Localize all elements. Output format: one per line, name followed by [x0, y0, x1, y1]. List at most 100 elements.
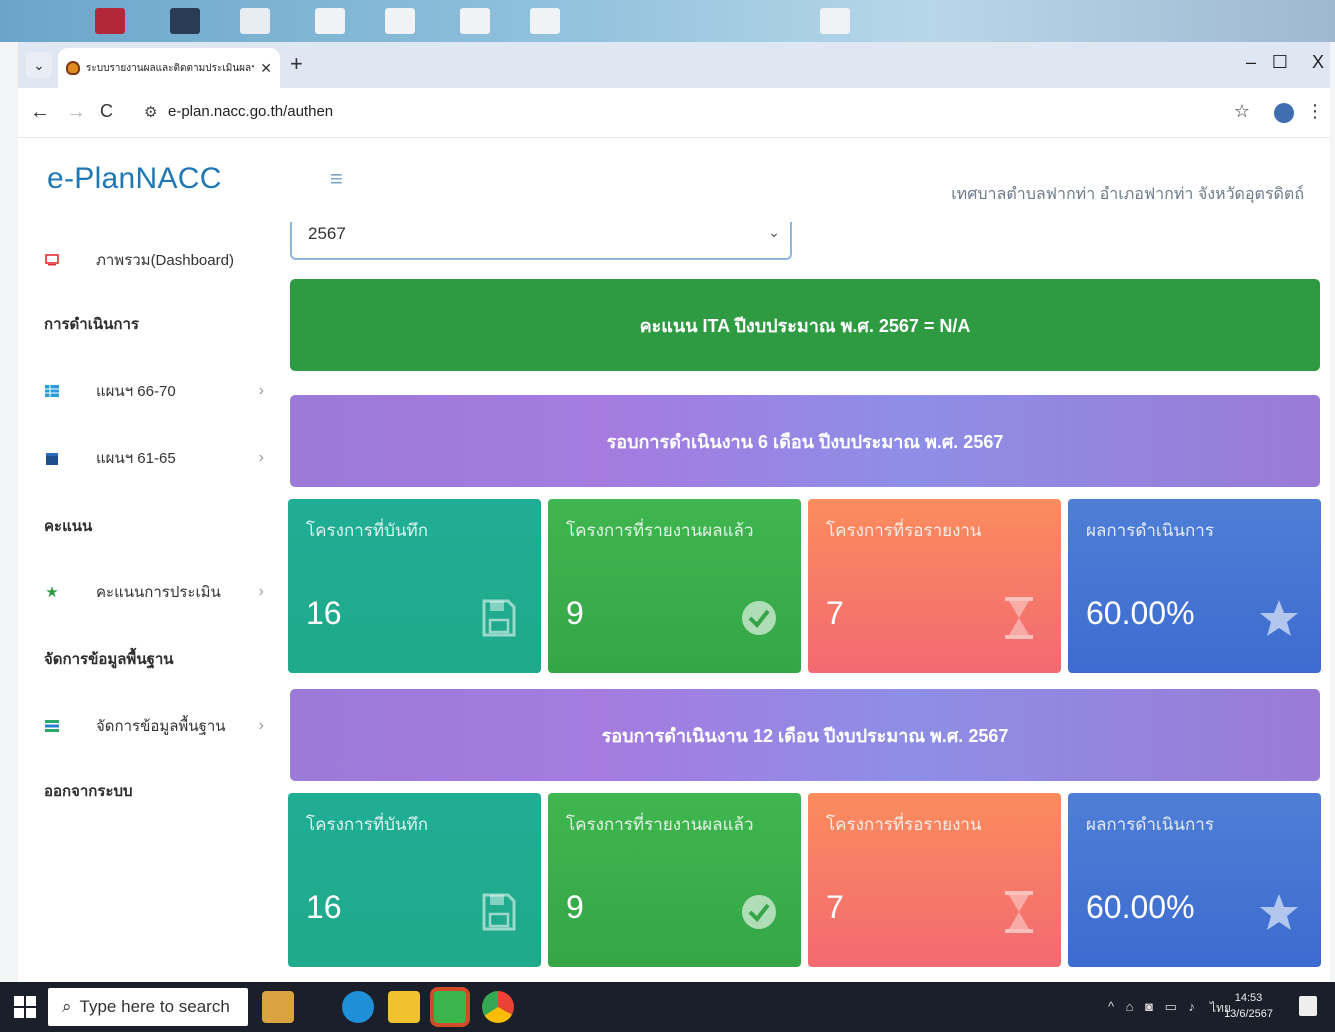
card-value: 60.00%	[1086, 889, 1195, 925]
section-heading-basedata: จัดการข้อมูลพื้นฐาน	[44, 651, 174, 668]
hamburger-menu-icon[interactable]: ≡	[330, 166, 343, 192]
save-disk-icon	[479, 889, 519, 935]
selected-year: 2567	[308, 224, 346, 243]
desktop-background	[0, 0, 1335, 42]
sidebar-item-label: คะแนนการประเมิน	[96, 584, 221, 601]
taskbar-app-icon[interactable]	[262, 991, 294, 1023]
hourglass-icon	[999, 889, 1039, 935]
desktop-app-icon[interactable]	[170, 8, 200, 34]
desktop-file-icon[interactable]	[460, 8, 490, 34]
windows-start-icon[interactable]	[14, 996, 36, 1018]
round-6-banner: รอบการดำเนินงาน 6 เดือน ปีงบประมาณ พ.ศ. …	[290, 395, 1320, 487]
result-card[interactable]: ผลการดำเนินการ 60.00%	[1068, 793, 1321, 967]
chrome-browser-icon[interactable]	[482, 991, 514, 1023]
result-card[interactable]: ผลการดำเนินการ 60.00%	[1068, 499, 1321, 673]
pending-projects-card[interactable]: โครงการที่รอรายงาน 7	[808, 499, 1061, 673]
reported-projects-card[interactable]: โครงการที่รายงานผลแล้ว 9	[548, 793, 801, 967]
sidebar-item-plan-66-70[interactable]: แผนฯ 66-70 ›	[44, 379, 264, 403]
browser-menu-icon[interactable]: ⋮	[1306, 101, 1324, 122]
check-circle-icon	[739, 595, 779, 641]
reload-icon[interactable]: C	[100, 101, 113, 122]
check-circle-icon	[739, 889, 779, 935]
bookmark-star-icon[interactable]: ☆	[1234, 101, 1250, 122]
sidebar: ภาพรวม(Dashboard) การดำเนินการ แผนฯ 66-7…	[18, 222, 288, 982]
sidebar-item-logout[interactable]: ออกจากระบบ	[44, 779, 133, 803]
clock-time: 14:53	[1234, 992, 1263, 1004]
maximize-icon[interactable]: ☐	[1272, 52, 1288, 73]
chevron-right-icon: ›	[258, 583, 264, 600]
ita-score-banner: คะแนน ITA ปีงบประมาณ พ.ศ. 2567 = N/A	[290, 279, 1320, 371]
hourglass-icon	[999, 595, 1039, 641]
ita-score-text: คะแนน ITA ปีงบประมาณ พ.ศ. 2567 = N/A	[639, 315, 971, 336]
card-value: 9	[566, 595, 584, 631]
site-info-icon[interactable]: ⚙	[144, 103, 157, 121]
browser-window: ⌄ ระบบรายงานผลและติดตามประเมินผลฯ ✕ + – …	[18, 42, 1330, 982]
sidebar-item-label: จัดการข้อมูลพื้นฐาน	[96, 718, 226, 735]
card-label: โครงการที่รอรายงาน	[826, 815, 982, 834]
forward-arrow-icon[interactable]: →	[66, 101, 86, 124]
sidebar-item-plan-61-65[interactable]: แผนฯ 61-65 ›	[44, 446, 264, 470]
card-value: 16	[306, 889, 342, 925]
card-value: 7	[826, 595, 844, 631]
card-label: โครงการที่รอรายงาน	[826, 521, 982, 540]
card-value: 9	[566, 889, 584, 925]
reported-projects-card[interactable]: โครงการที่รายงานผลแล้ว 9	[548, 499, 801, 673]
round-12-title: รอบการดำเนินงาน 12 เดือน ปีงบประมาณ พ.ศ.…	[601, 725, 1009, 746]
url-field[interactable]: e-plan.nacc.go.th/authen	[168, 103, 333, 120]
recorded-projects-card[interactable]: โครงการที่บันทึก 16	[288, 499, 541, 673]
desktop-file-icon[interactable]	[385, 8, 415, 34]
card-value: 60.00%	[1086, 595, 1195, 631]
file-explorer-icon[interactable]	[388, 991, 420, 1023]
chevron-right-icon: ›	[258, 717, 264, 734]
search-placeholder: Type here to search	[79, 997, 230, 1016]
edge-browser-icon[interactable]	[342, 991, 374, 1023]
table-icon	[44, 384, 60, 398]
desktop-file-icon[interactable]	[315, 8, 345, 34]
chevron-down-icon: ⌄	[768, 224, 780, 240]
recorded-projects-card[interactable]: โครงการที่บันทึก 16	[288, 793, 541, 967]
window-close-icon[interactable]: X	[1312, 52, 1324, 73]
back-arrow-icon[interactable]: ←	[30, 101, 50, 124]
chevron-right-icon: ›	[258, 449, 264, 466]
save-disk-icon	[479, 595, 519, 641]
card-label: โครงการที่บันทึก	[306, 815, 429, 834]
round-6-title: รอบการดำเนินงาน 6 เดือน ปีงบประมาณ พ.ศ. …	[606, 431, 1004, 452]
profile-avatar-icon[interactable]	[1274, 103, 1294, 123]
pending-projects-card[interactable]: โครงการที่รอรายงาน 7	[808, 793, 1061, 967]
new-tab-plus-icon[interactable]: +	[290, 51, 303, 77]
sidebar-item-label: แผนฯ 61-65	[96, 450, 176, 467]
star-icon: ★	[45, 584, 59, 601]
clock-date: 13/6/2567	[1224, 1008, 1273, 1020]
monitor-icon	[44, 253, 60, 267]
fiscal-year-select[interactable]: 2567 ⌄	[290, 222, 792, 260]
sidebar-item-basedata[interactable]: จัดการข้อมูลพื้นฐาน ›	[44, 714, 264, 738]
desktop-app-icon[interactable]	[95, 8, 125, 34]
sidebar-item-label: ภาพรวม(Dashboard)	[96, 252, 234, 269]
chevron-right-icon: ›	[258, 382, 264, 399]
taskbar-search-input[interactable]: ⌕ Type here to search	[48, 988, 248, 1026]
desktop-file-icon[interactable]	[240, 8, 270, 34]
sidebar-item-assessment-score[interactable]: ★ คะแนนการประเมิน ›	[44, 580, 264, 604]
card-label: โครงการที่รายงานผลแล้ว	[566, 815, 754, 834]
desktop-file-icon[interactable]	[530, 8, 560, 34]
system-tray-icons[interactable]: ^ ⌂ ◙ ▭ ♪	[1108, 999, 1199, 1015]
card-label: ผลการดำเนินการ	[1086, 521, 1214, 540]
desktop-file-icon[interactable]	[820, 8, 850, 34]
sidebar-item-dashboard[interactable]: ภาพรวม(Dashboard)	[44, 248, 264, 272]
card-label: โครงการที่บันทึก	[306, 521, 429, 540]
clock[interactable]: 14:53 13/6/2567	[1224, 990, 1273, 1022]
line-app-icon[interactable]	[434, 991, 466, 1023]
card-value: 7	[826, 889, 844, 925]
tab-bar: ⌄ ระบบรายงานผลและติดตามประเมินผลฯ ✕ + – …	[18, 42, 1330, 88]
close-icon[interactable]: ✕	[260, 60, 272, 77]
tab-search-button[interactable]: ⌄	[26, 52, 52, 78]
minimize-icon[interactable]: –	[1246, 52, 1256, 73]
notification-icon[interactable]	[1299, 996, 1317, 1016]
browser-tab-active[interactable]: ระบบรายงานผลและติดตามประเมินผลฯ ✕	[58, 48, 280, 88]
database-icon	[44, 719, 60, 733]
main-content: 2567 ⌄ คะแนน ITA ปีงบประมาณ พ.ศ. 2567 = …	[288, 222, 1330, 982]
tab-title: ระบบรายงานผลและติดตามประเมินผลฯ	[86, 62, 255, 74]
app-brand-logo[interactable]: e-PlanNACC	[47, 162, 222, 196]
star-icon	[1259, 889, 1299, 935]
organization-name: เทศบาลตำบลฟากท่า อำเภอฟากท่า จังหวัดอุตร…	[951, 186, 1304, 203]
